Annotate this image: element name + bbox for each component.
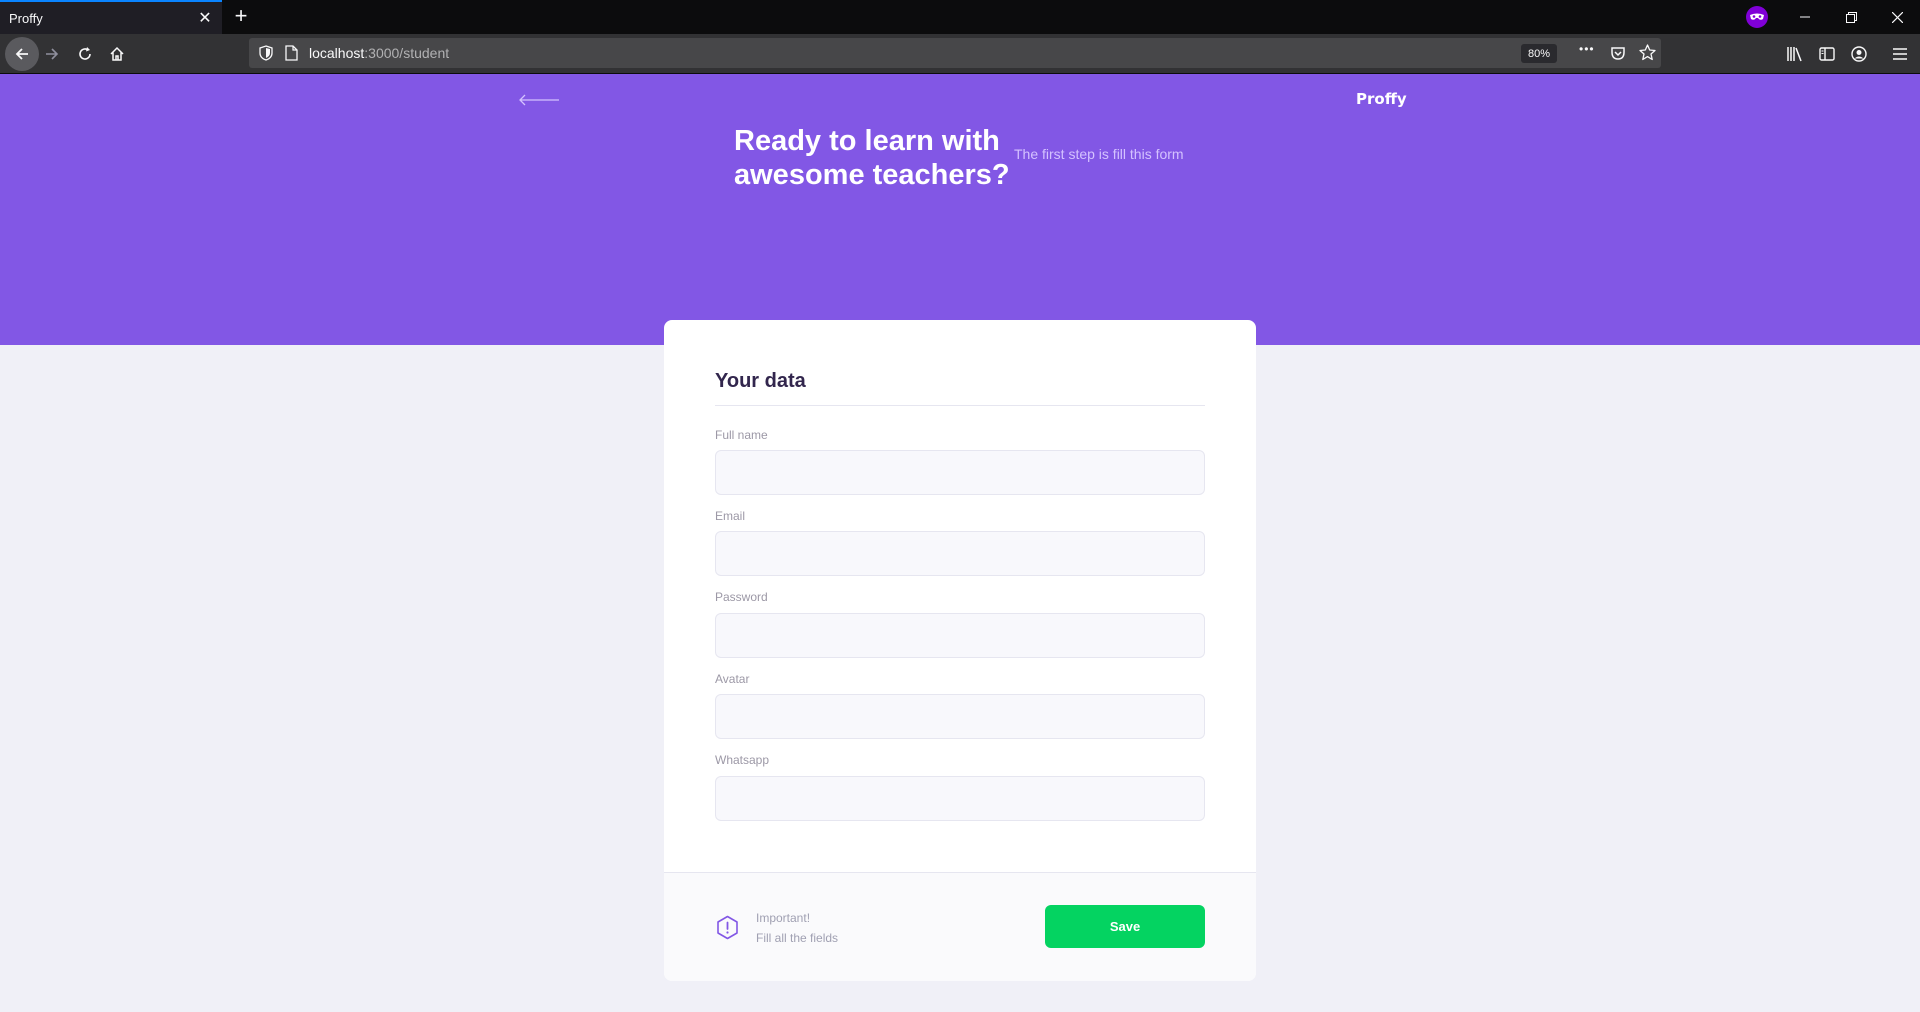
- tab-title: Proffy: [9, 10, 43, 26]
- brand-logo[interactable]: Proffy: [1356, 90, 1407, 108]
- forward-button[interactable]: [40, 42, 64, 66]
- url-path: :3000/student: [364, 45, 450, 61]
- page-subtitle: The first step is fill this form: [1014, 146, 1184, 162]
- full-name-input[interactable]: [715, 450, 1205, 495]
- sidebar-toggle-icon[interactable]: [1815, 42, 1839, 66]
- url-text[interactable]: localhost:3000/student: [309, 45, 449, 61]
- warning-title: Important!: [756, 911, 811, 925]
- tracking-protection-icon[interactable]: [259, 45, 273, 66]
- browser-tab[interactable]: Proffy ✕: [0, 0, 222, 34]
- library-icon[interactable]: [1783, 42, 1807, 66]
- warning-icon: [717, 915, 738, 940]
- new-tab-button[interactable]: +: [230, 3, 252, 28]
- warning-text: Fill all the fields: [756, 931, 839, 945]
- pocket-icon[interactable]: [1610, 45, 1626, 66]
- reload-icon[interactable]: [73, 42, 97, 66]
- browser-toolbar: localhost:3000/student 80% •••: [0, 34, 1920, 74]
- whatsapp-input[interactable]: [715, 776, 1205, 821]
- private-browsing-icon: [1746, 6, 1768, 28]
- student-form-card: Your data Full name Email Password Avata…: [664, 320, 1256, 981]
- zoom-level-badge[interactable]: 80%: [1521, 44, 1558, 63]
- back-arrow-icon[interactable]: [518, 92, 560, 108]
- bookmark-star-icon[interactable]: [1639, 44, 1656, 66]
- menu-icon[interactable]: [1888, 42, 1912, 66]
- whatsapp-label: Whatsapp: [715, 753, 770, 767]
- restore-window-icon[interactable]: [1828, 0, 1874, 34]
- full-name-label: Full name: [715, 428, 768, 442]
- email-label: Email: [715, 509, 746, 523]
- avatar-label: Avatar: [715, 672, 750, 686]
- email-input[interactable]: [715, 531, 1205, 576]
- save-button[interactable]: Save: [1045, 905, 1205, 948]
- back-button[interactable]: [5, 37, 39, 71]
- avatar-input[interactable]: [715, 694, 1205, 739]
- url-host: localhost: [309, 45, 365, 61]
- page-title: Ready to learn with awesome teachers?: [734, 125, 1010, 191]
- page-info-icon[interactable]: [285, 45, 298, 66]
- close-window-icon[interactable]: [1874, 0, 1920, 34]
- page-header: Proffy Ready to learn with awesome teach…: [0, 74, 1920, 345]
- form-footer: Important! Fill all the fields Save: [664, 872, 1256, 981]
- address-bar[interactable]: localhost:3000/student 80% •••: [249, 38, 1661, 68]
- form-legend: Your data: [715, 370, 1205, 406]
- page-actions-icon[interactable]: •••: [1579, 42, 1595, 56]
- account-icon[interactable]: [1847, 42, 1871, 66]
- password-input[interactable]: [715, 613, 1205, 658]
- password-label: Password: [715, 590, 768, 604]
- browser-tab-strip: Proffy ✕ +: [0, 0, 1920, 34]
- minimize-window-icon[interactable]: [1782, 0, 1828, 34]
- close-tab-icon[interactable]: ✕: [196, 9, 214, 27]
- home-icon[interactable]: [105, 42, 129, 66]
